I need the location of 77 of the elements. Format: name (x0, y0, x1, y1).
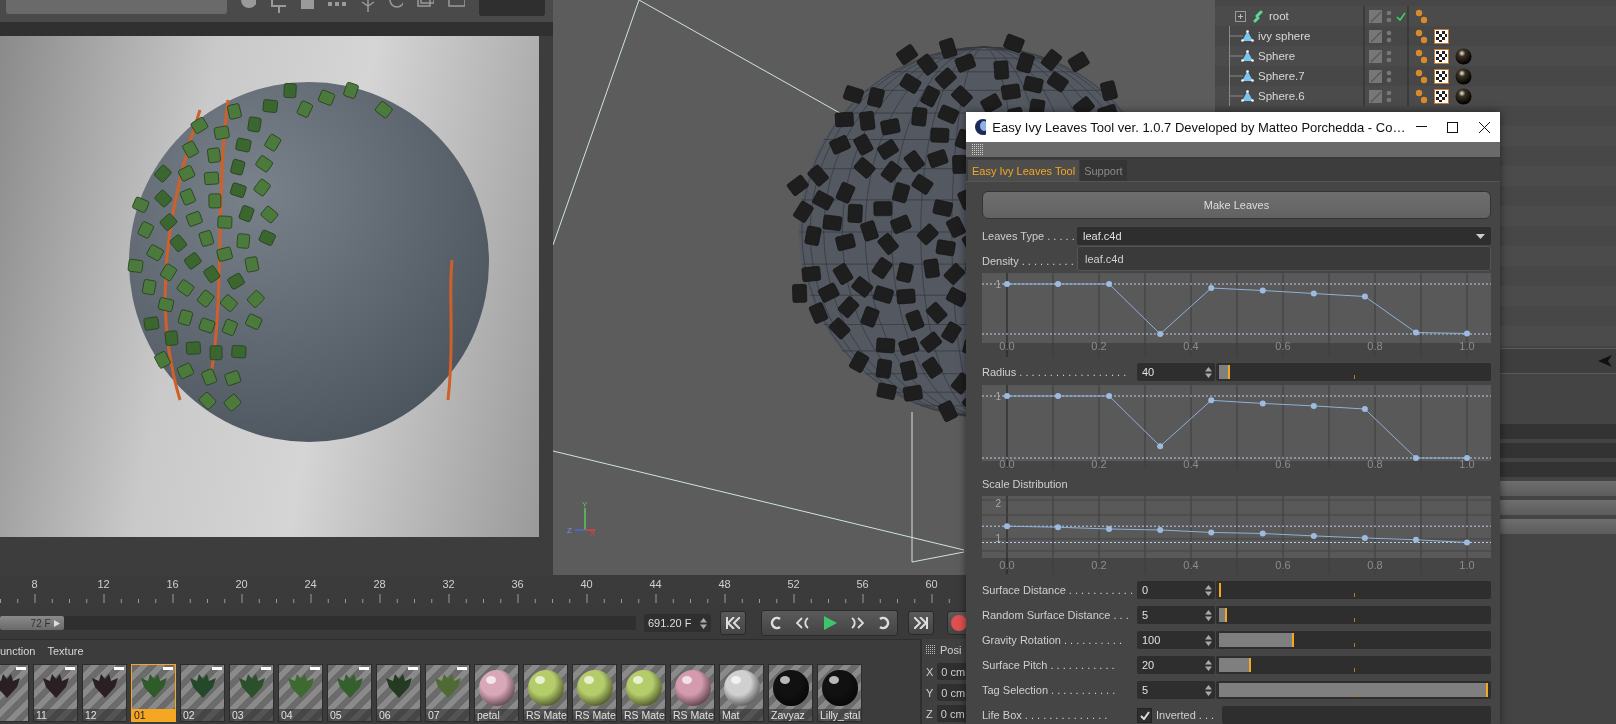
axis-tick-label: 0.0 (999, 340, 1015, 352)
axis-tick-label: 0.4 (1183, 340, 1199, 352)
axis-label: X (590, 529, 596, 536)
axis-tick-label: 0.6 (1275, 458, 1291, 469)
frame-number: 28 (372, 578, 387, 590)
material-name: 01 (132, 709, 175, 721)
field-label: Gravity Rotation . . . . . . . . . . (982, 634, 1123, 646)
frame-number: 40 (579, 578, 594, 590)
material-name: Mat (720, 709, 763, 721)
frame-number: 36 (510, 578, 525, 590)
material-name: petal (475, 709, 518, 721)
window-title: Easy Ivy Leaves Tool ver. 1.0.7 Developed by Matteo Porchedda - Co… (992, 119, 1406, 135)
frame-number: 56 (855, 578, 870, 590)
material-name: 07 (426, 709, 469, 721)
object-name: Sphere.7 (1258, 70, 1305, 82)
axis-tick-label: 0.8 (1367, 559, 1383, 571)
frame-number: 44 (648, 578, 663, 590)
material-name: RS Mate (671, 709, 714, 721)
axis-tick-label: 0.2 (1091, 340, 1107, 352)
axis-tick-label: 1.0 (1459, 458, 1475, 469)
material-name: 11 (34, 709, 77, 721)
material-name: 12 (83, 709, 126, 721)
axis-tick-label: 0.2 (1091, 458, 1107, 469)
field-label: Scale Distribution (982, 478, 1068, 490)
axis-tick-label: 0.6 (1275, 340, 1291, 352)
material-name: RS Mate (573, 709, 616, 721)
material-name: 03 (230, 709, 273, 721)
axis-label: X (926, 665, 934, 678)
object-name: root (1269, 10, 1289, 22)
material-name: 02 (181, 709, 224, 721)
frame-number: 12 (96, 578, 111, 590)
material-name: 06 (377, 709, 420, 721)
axis-tick-label: 0.0 (999, 458, 1015, 469)
field-label: Random Surface Distance . . . (982, 609, 1130, 621)
axis-tick-label: 2 (995, 497, 1001, 509)
axis-tick-label: 0.2 (1091, 559, 1107, 571)
checkbox-label: Inverted . . . (1156, 709, 1215, 721)
frame-number: 52 (786, 578, 801, 590)
field-label: Surface Pitch . . . . . . . . . . . (982, 659, 1116, 671)
material-name: Zavyaz (769, 709, 812, 721)
axis-tick-label: 0.0 (999, 559, 1015, 571)
frame-number: 16 (165, 578, 180, 590)
frame-number: 20 (234, 578, 249, 590)
material-name: Lilly_stal (818, 709, 861, 721)
field-label: Surface Distance . . . . . . . . . . . (982, 584, 1134, 596)
object-name: ivy sphere (1258, 30, 1311, 42)
axis-label: Z (567, 526, 572, 535)
field-label: Life Box . . . . . . . . . . . . . . (982, 709, 1109, 721)
axis-tick-label: 1 (995, 532, 1001, 544)
material-name: 04 (279, 709, 322, 721)
field-label: Tag Selection . . . . . . . . . . . (982, 684, 1117, 696)
axis-tick-label: 0.4 (1183, 458, 1199, 469)
field-label: Leaves Type . . . . . (982, 230, 1076, 242)
frame-number: 48 (717, 578, 732, 590)
frame-number: 60 (924, 578, 939, 590)
material-name: 05 (328, 709, 371, 721)
axis-label: Y (926, 686, 934, 699)
field-label: Density . . . . . . . . . (982, 255, 1074, 267)
frame-number: 24 (303, 578, 318, 590)
frame-number: 32 (441, 578, 456, 590)
axis-tick-label: 1 (995, 279, 1001, 290)
axis-tick-label: 0.6 (1275, 559, 1291, 571)
frame-number: 8 (30, 578, 39, 590)
panel-title: Posi (940, 644, 962, 656)
field-label: Radius . . . . . . . . . . . . . . . . . . (982, 366, 1128, 378)
axis-tick-label: 0.4 (1183, 559, 1199, 571)
object-name: Sphere.6 (1258, 90, 1305, 102)
axis-tick-label: 1 (995, 391, 1001, 402)
axis-tick-label: 1.0 (1459, 340, 1475, 352)
material-name: RS Mate (622, 709, 665, 721)
axis-label: Z (926, 707, 933, 720)
axis-label: Y (582, 500, 588, 509)
axis-tick-label: 0.8 (1367, 458, 1383, 469)
object-name: Sphere (1258, 50, 1296, 62)
axis-tick-label: 1.0 (1459, 559, 1475, 571)
material-name: RS Mate (524, 709, 567, 721)
axis-tick-label: 0.8 (1367, 340, 1383, 352)
